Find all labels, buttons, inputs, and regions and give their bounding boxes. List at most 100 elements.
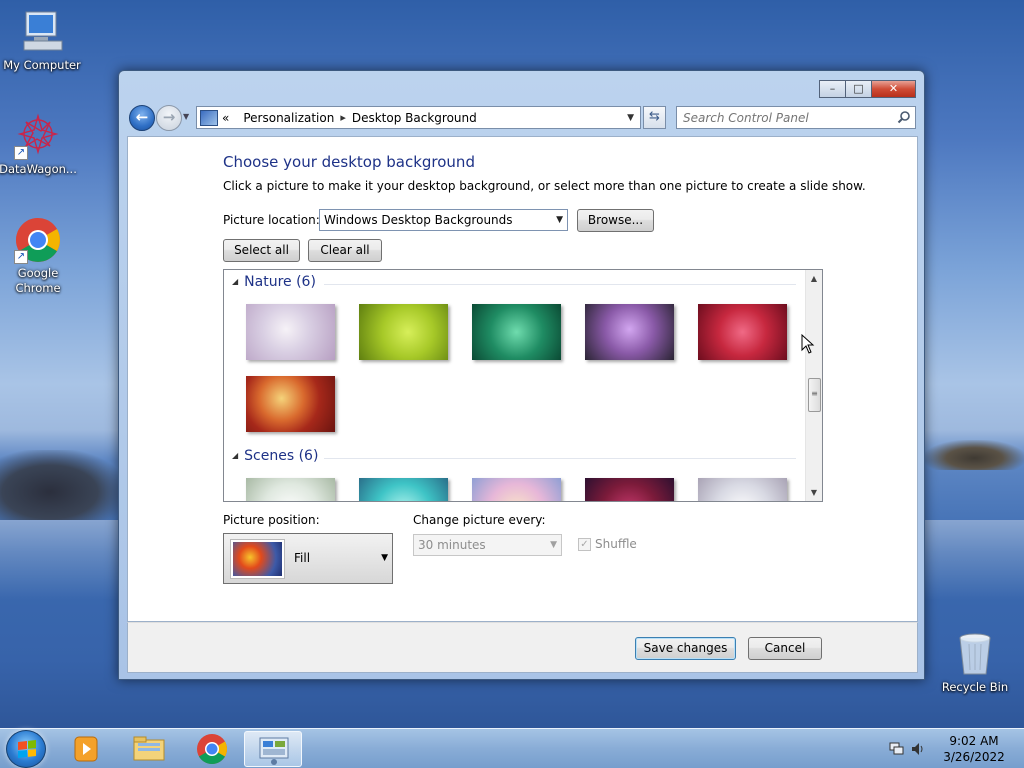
shuffle-label: Shuffle [595,537,637,551]
desktop-icon-datawagon[interactable]: ↗ DataWagon... [0,112,80,177]
shuffle-checkbox[interactable]: ✓ Shuffle [578,537,637,551]
group-header-nature[interactable]: ◢ Nature (6) [232,274,316,290]
group-label: Scenes (6) [244,448,319,464]
chevron-down-icon: ▼ [381,553,388,563]
windows-logo-icon [18,740,36,758]
picture-location-value: Windows Desktop Backgrounds [324,213,513,227]
forward-button[interactable]: → [156,105,182,131]
scrollbar-thumb[interactable]: ≡ [808,378,821,412]
window-controls: – □ ✕ [819,80,916,98]
arrow-right-icon: → [162,108,176,126]
change-picture-value: 30 minutes [418,538,486,552]
wallpaper-thumbnail[interactable] [472,304,561,360]
search-icon[interactable] [897,110,911,124]
wallpaper-thumbnail[interactable] [698,304,787,360]
scroll-up-icon[interactable]: ▲ [806,270,822,287]
change-picture-select[interactable]: 30 minutes ▼ [413,534,562,556]
group-header-scenes[interactable]: ◢ Scenes (6) [232,448,318,464]
shortcut-arrow-icon: ↗ [14,146,28,160]
gallery-scrollbar[interactable]: ▲ ≡ ▼ [805,270,822,501]
collapse-triangle-icon: ◢ [232,451,239,460]
main-content: Choose your desktop background Click a p… [127,136,918,622]
arrow-left-icon: ← [135,108,149,126]
recycle-bin-icon [951,630,999,678]
search-box [676,106,916,129]
desktop-icon-google-chrome[interactable]: ↗ Google Chrome [0,216,80,296]
collapse-triangle-icon: ◢ [232,277,239,286]
picture-location-select[interactable]: Windows Desktop Backgrounds ▼ [319,209,568,231]
taskbar: 9:02 AM 3/26/2022 [0,728,1024,768]
taskbar-google-chrome[interactable] [183,731,241,767]
chrome-icon [197,734,228,765]
desktop-icon-recycle-bin[interactable]: Recycle Bin [933,630,1017,695]
clock-date: 3/26/2022 [943,750,1005,764]
close-button[interactable]: ✕ [871,80,916,98]
taskbar-windows-explorer[interactable] [120,731,178,767]
desktop-icon-label: Recycle Bin [941,680,1009,694]
group-label: Nature (6) [244,274,316,290]
clear-all-button[interactable]: Clear all [308,239,382,262]
taskbar-clock[interactable]: 9:02 AM 3/26/2022 [935,733,1013,765]
cancel-button[interactable]: Cancel [748,637,822,660]
checkbox-check-icon: ✓ [578,537,591,551]
taskbar-control-panel[interactable] [244,731,302,767]
volume-icon[interactable] [912,743,923,755]
picture-position-value: Fill [294,551,311,565]
refresh-button[interactable]: ⇆ [643,106,666,129]
navigation-bar: ← → ▼ « Personalization ▸ Desktop Backgr… [127,104,917,132]
wallpaper-thumbnail[interactable] [472,478,561,501]
media-player-icon [74,736,98,762]
search-input[interactable] [679,108,889,127]
wallpaper-gallery: ◢ Nature (6) ◢ Scenes (6) ▲ ≡ ▼ [223,269,823,502]
desktop-icon-my-computer[interactable]: My Computer [0,8,84,73]
start-button[interactable] [6,730,46,768]
group-divider [324,284,796,285]
chevron-down-icon: ▼ [556,215,563,225]
control-panel-icon [200,109,218,126]
scroll-down-icon[interactable]: ▼ [806,484,822,501]
wallpaper-thumbnail[interactable] [585,304,674,360]
wallpaper-thumbnail[interactable] [698,478,787,501]
computer-icon [18,8,66,56]
folder-icon [133,736,165,761]
desktop-icon-label: Google Chrome [15,266,61,295]
control-panel-icon [259,737,289,765]
desktop-background-window: – □ ✕ ← → ▼ « Personalization ▸ Desktop … [118,70,925,680]
network-icon[interactable] [889,742,904,755]
window-footer: Save changes Cancel [127,622,918,673]
wallpaper-thumbnail[interactable] [246,304,335,360]
refresh-icon: ⇆ [649,109,660,124]
save-changes-button[interactable]: Save changes [635,637,736,660]
wallpaper-thumbnail[interactable] [359,478,448,501]
recent-pages-dropdown[interactable]: ▼ [183,112,189,121]
wallpaper-thumbnail[interactable] [246,376,335,432]
position-preview-thumbnail [230,539,285,579]
system-tray [888,741,928,757]
change-picture-label: Change picture every: [413,513,546,527]
taskbar-media-player[interactable] [57,731,115,767]
back-button[interactable]: ← [129,105,155,131]
breadcrumb-personalization[interactable]: Personalization [243,111,334,125]
breadcrumb-desktop-background[interactable]: Desktop Background [352,111,477,125]
chevron-down-icon[interactable]: ▼ [627,113,634,123]
chrome-icon: ↗ [14,216,62,264]
browse-button[interactable]: Browse... [577,209,654,232]
wallpaper-thumbnail[interactable] [585,478,674,501]
mouse-cursor-icon [801,334,815,354]
shortcut-arrow-icon: ↗ [14,250,28,264]
picture-position-label: Picture position: [223,513,320,527]
desktop-icon-label: My Computer [3,58,81,72]
maximize-button[interactable]: □ [845,80,872,98]
breadcrumb-overflow[interactable]: « [222,111,229,125]
select-all-button[interactable]: Select all [223,239,300,262]
minimize-button[interactable]: – [819,80,846,98]
page-description: Click a picture to make it your desktop … [223,179,866,193]
wallpaper-thumbnail[interactable] [359,304,448,360]
datawagon-icon: ↗ [14,112,62,160]
picture-position-select[interactable]: Fill ▼ [223,533,393,584]
breadcrumb-separator[interactable]: ▸ [340,111,346,124]
clock-time: 9:02 AM [949,734,999,748]
picture-location-label: Picture location: [223,213,320,227]
address-bar[interactable]: « Personalization ▸ Desktop Background ▼ [196,106,641,129]
wallpaper-thumbnail[interactable] [246,478,335,501]
